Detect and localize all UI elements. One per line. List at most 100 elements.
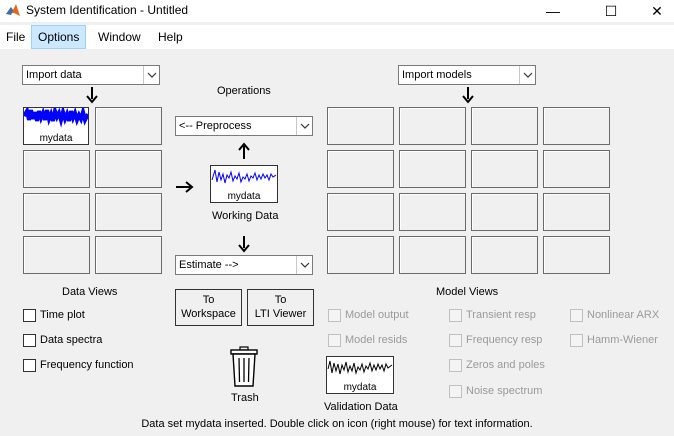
- hamm-wiener-checkbox[interactable]: Hamm-Wiener: [570, 334, 670, 348]
- model-slot[interactable]: [543, 193, 610, 231]
- estimate-selected: Estimate -->: [179, 259, 239, 271]
- data-slot[interactable]: [23, 150, 90, 188]
- checkbox-label: Model resids: [345, 334, 408, 346]
- data-icon-label: mydata: [39, 133, 73, 144]
- data-views-title: Data Views: [62, 286, 118, 298]
- data-slot[interactable]: [23, 193, 90, 231]
- model-slot[interactable]: [543, 236, 610, 274]
- checkbox-box[interactable]: [23, 309, 36, 322]
- validation-data-name: mydata: [343, 382, 377, 393]
- button-label-line: Workspace: [181, 308, 236, 320]
- estimate-dropdown[interactable]: Estimate -->: [175, 255, 313, 275]
- frequency-function-checkbox[interactable]: Frequency function: [23, 359, 153, 373]
- model-resids-checkbox[interactable]: Model resids: [328, 334, 438, 348]
- model-slot[interactable]: [471, 107, 538, 145]
- time-plot-checkbox[interactable]: Time plot: [23, 309, 143, 323]
- model-slot[interactable]: [327, 236, 394, 274]
- menu-options[interactable]: Options: [31, 25, 87, 49]
- checkbox-box[interactable]: [570, 334, 583, 347]
- checkbox-box[interactable]: [328, 309, 341, 322]
- preprocess-dropdown[interactable]: <-- Preprocess: [175, 116, 313, 136]
- maximize-button[interactable]: ☐: [588, 0, 634, 22]
- model-slot[interactable]: [327, 107, 394, 145]
- checkbox-box[interactable]: [570, 309, 583, 322]
- chevron-down-icon: [143, 66, 159, 84]
- data-spectra-checkbox[interactable]: Data spectra: [23, 334, 143, 348]
- minimize-button[interactable]: —: [530, 0, 576, 22]
- frequency-resp-checkbox[interactable]: Frequency resp: [449, 334, 559, 348]
- import-data-dropdown[interactable]: Import data: [22, 65, 160, 85]
- chevron-down-icon: [519, 66, 535, 84]
- arrow-down-icon: [462, 87, 474, 104]
- menu-bar: File Options Window Help: [0, 25, 674, 49]
- checkbox-box[interactable]: [328, 334, 341, 347]
- arrow-up-icon: [238, 142, 250, 159]
- preprocess-selected: <-- Preprocess: [179, 120, 252, 132]
- trash-icon[interactable]: [229, 346, 259, 388]
- checkbox-box[interactable]: [449, 385, 462, 398]
- validation-data-label: Validation Data: [324, 401, 398, 413]
- model-slot[interactable]: [399, 193, 466, 231]
- to-lti-viewer-button[interactable]: To LTI Viewer: [247, 289, 314, 326]
- checkbox-label: Time plot: [40, 309, 85, 321]
- signal-plot-icon: [211, 169, 277, 184]
- model-slot[interactable]: [543, 107, 610, 145]
- import-data-selected: Import data: [26, 69, 82, 81]
- checkbox-box[interactable]: [449, 359, 462, 372]
- model-slot[interactable]: [327, 150, 394, 188]
- model-slot[interactable]: [399, 107, 466, 145]
- data-slot[interactable]: [95, 236, 162, 274]
- checkbox-label: Zeros and poles: [466, 359, 545, 371]
- chevron-down-icon: [296, 117, 312, 135]
- model-slot[interactable]: [471, 236, 538, 274]
- operations-title: Operations: [217, 85, 271, 97]
- checkbox-box[interactable]: [449, 309, 462, 322]
- import-models-dropdown[interactable]: Import models: [398, 65, 536, 85]
- validation-data-icon[interactable]: mydata: [326, 356, 394, 394]
- checkbox-label: Nonlinear ARX: [587, 309, 660, 321]
- status-message: Data set mydata inserted. Double click o…: [141, 418, 533, 430]
- checkbox-box[interactable]: [449, 334, 462, 347]
- menu-file[interactable]: File: [0, 25, 31, 49]
- data-slot[interactable]: [95, 107, 162, 145]
- button-label-line: LTI Viewer: [254, 308, 307, 320]
- transient-resp-checkbox[interactable]: Transient resp: [449, 309, 559, 323]
- trash-label: Trash: [231, 392, 259, 404]
- checkbox-label: Hamm-Wiener: [587, 334, 658, 346]
- button-label-line: To: [202, 294, 215, 306]
- menu-help[interactable]: Help: [152, 25, 189, 49]
- nonlinear-arx-checkbox[interactable]: Nonlinear ARX: [570, 309, 670, 323]
- close-button[interactable]: ✕: [634, 0, 674, 22]
- matlab-icon: [6, 4, 20, 16]
- arrow-right-icon: [176, 181, 194, 193]
- to-workspace-button[interactable]: To Workspace: [175, 289, 242, 326]
- checkbox-label: Frequency function: [40, 359, 134, 371]
- window-title: System Identification - Untitled: [26, 3, 189, 17]
- menu-window[interactable]: Window: [92, 25, 147, 49]
- zeros-and-poles-checkbox[interactable]: Zeros and poles: [449, 359, 559, 373]
- checkbox-label: Noise spectrum: [466, 385, 543, 397]
- data-slot[interactable]: [95, 150, 162, 188]
- data-slot[interactable]: [23, 236, 90, 274]
- arrow-down-icon: [238, 236, 250, 253]
- data-slot[interactable]: [95, 193, 162, 231]
- checkbox-box[interactable]: [23, 334, 36, 347]
- model-views-title: Model Views: [436, 286, 499, 298]
- checkbox-box[interactable]: [23, 359, 36, 372]
- data-icon-mydata[interactable]: mydata: [23, 107, 89, 145]
- model-slot[interactable]: [471, 193, 538, 231]
- model-slot[interactable]: [471, 150, 538, 188]
- noise-spectrum-checkbox[interactable]: Noise spectrum: [449, 385, 559, 399]
- working-data-name: mydata: [227, 191, 261, 202]
- working-data-label: Working Data: [212, 210, 279, 222]
- model-slot[interactable]: [399, 150, 466, 188]
- chevron-down-icon: [296, 256, 312, 274]
- model-slot[interactable]: [399, 236, 466, 274]
- model-slot[interactable]: [543, 150, 610, 188]
- arrow-down-icon: [86, 87, 98, 104]
- checkbox-label: Frequency resp: [466, 334, 543, 346]
- checkbox-label: Data spectra: [40, 334, 103, 346]
- model-output-checkbox[interactable]: Model output: [328, 309, 438, 323]
- model-slot[interactable]: [327, 193, 394, 231]
- working-data-icon[interactable]: mydata: [210, 165, 278, 203]
